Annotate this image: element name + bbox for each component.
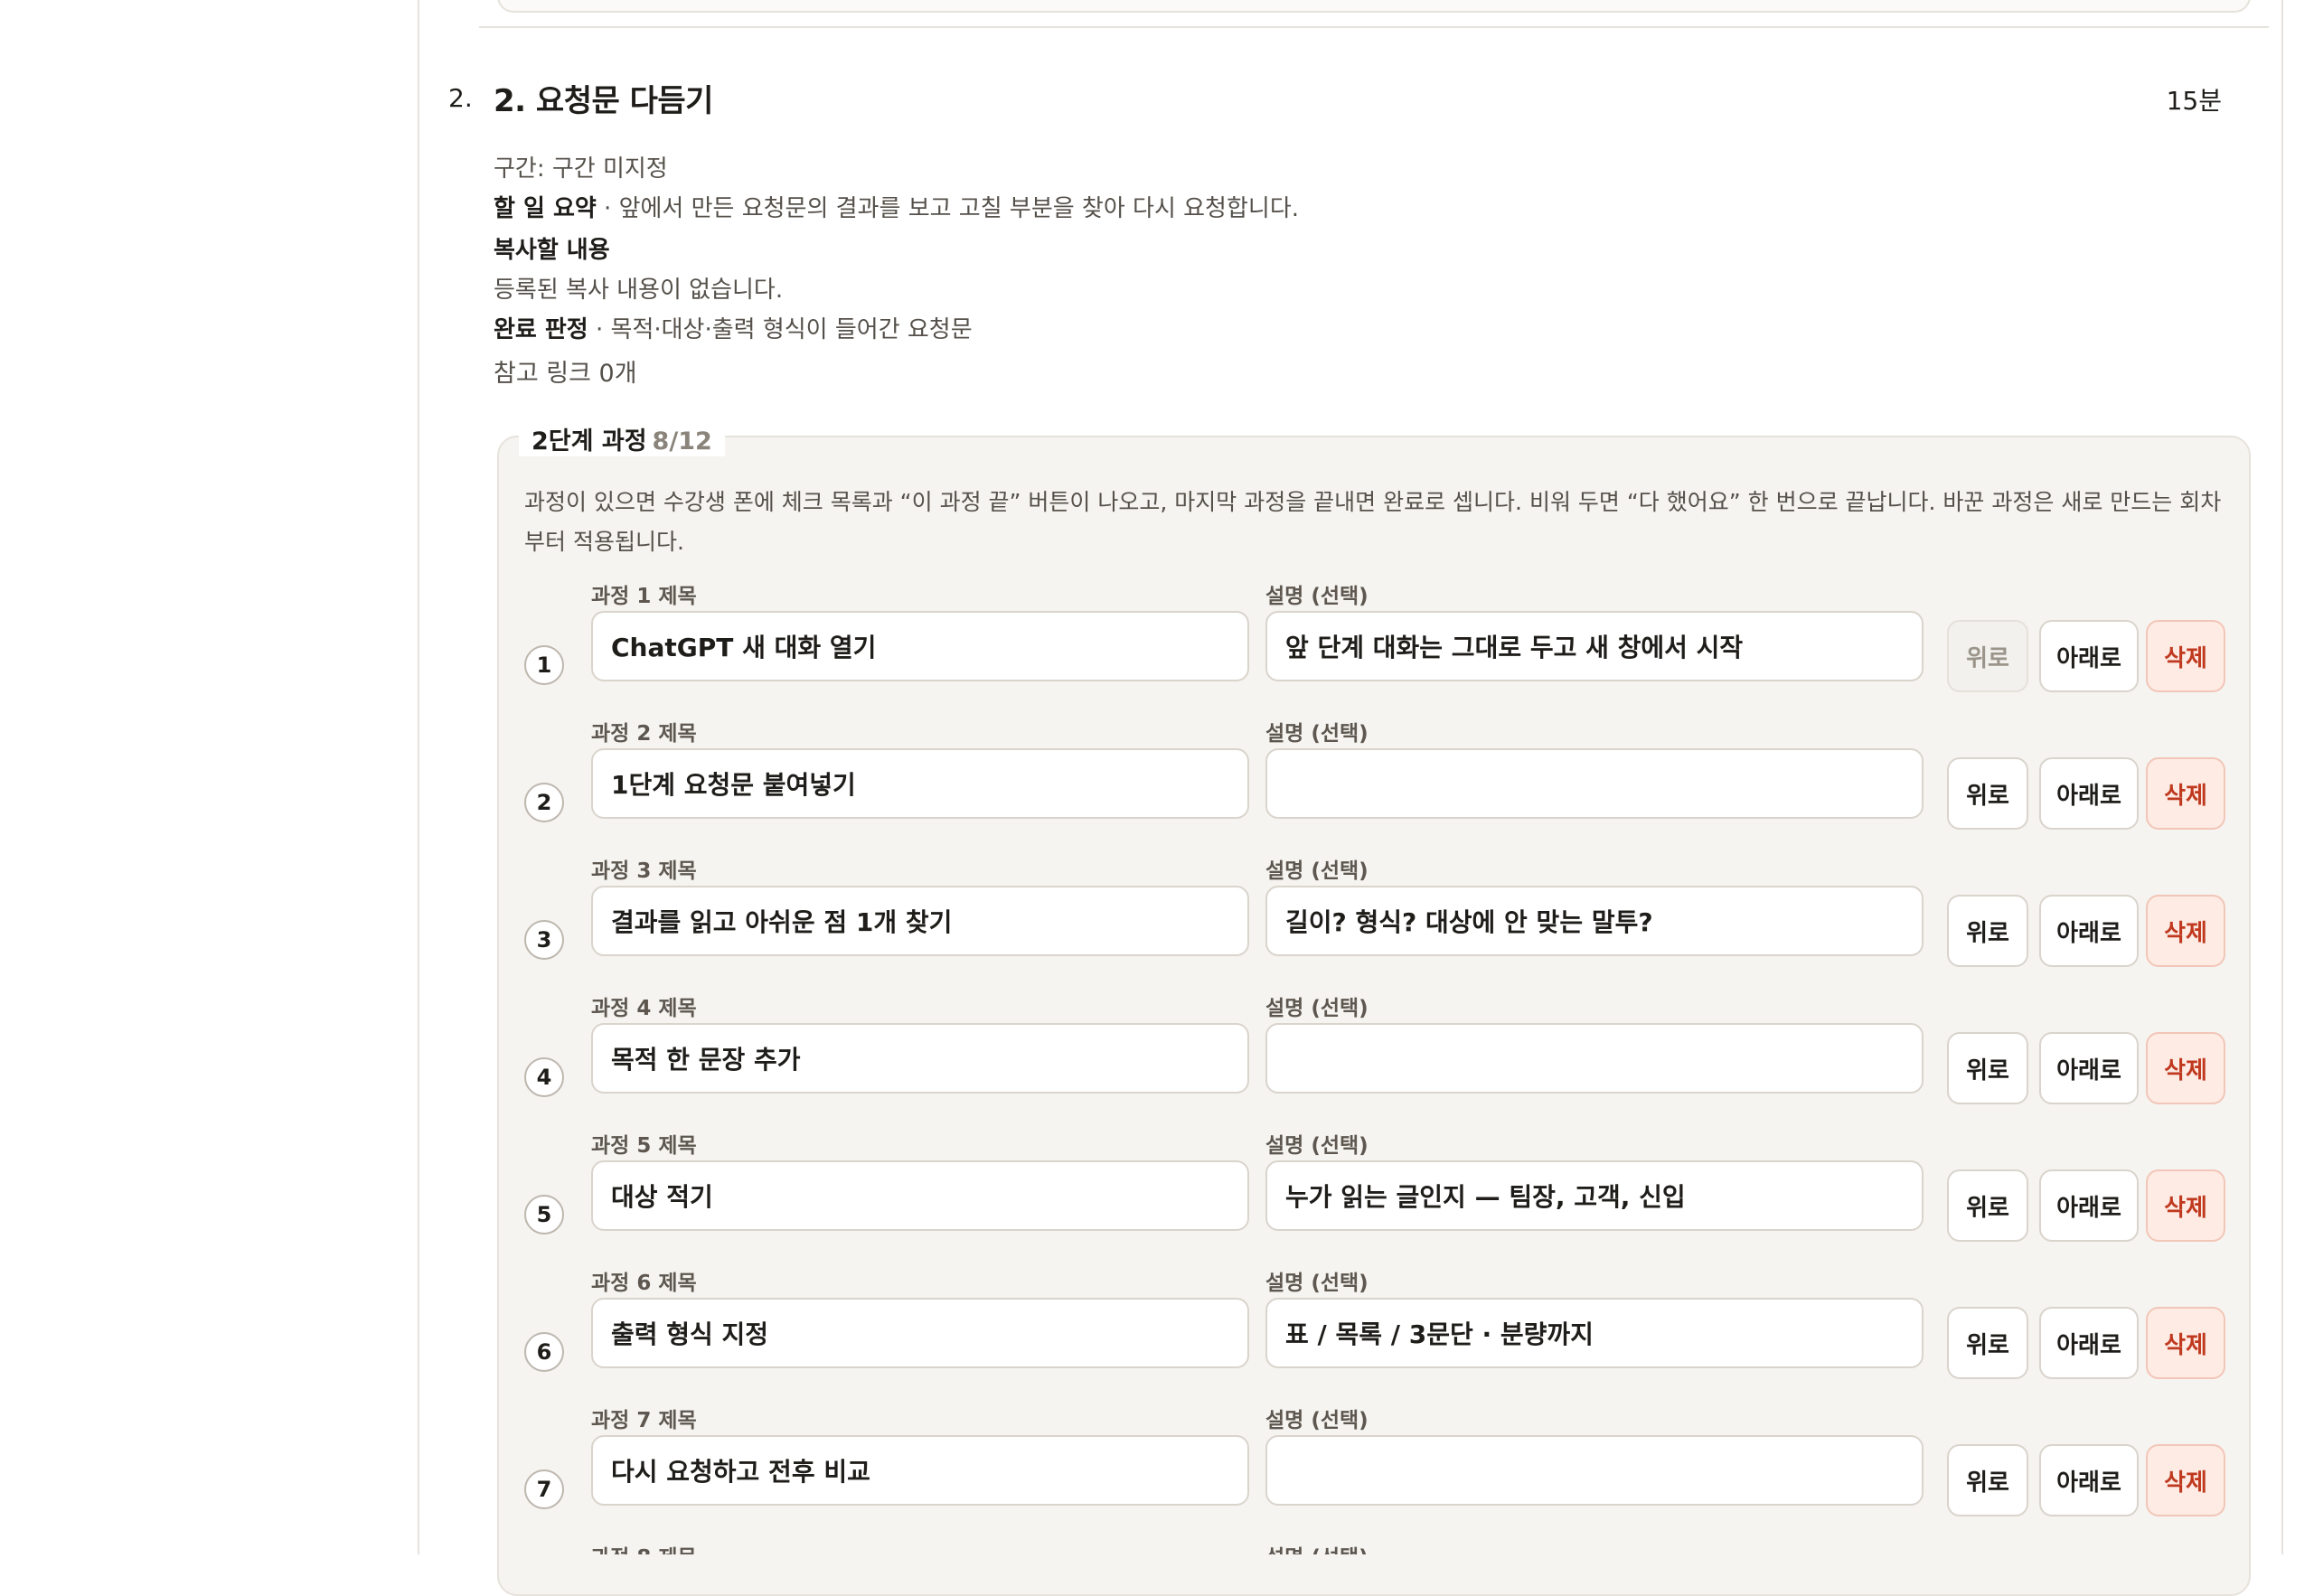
process-row: 2 과정 2 제목 설명 (선택) 위로 아래로 삭제 xyxy=(524,716,2225,851)
move-up-button[interactable]: 위로 xyxy=(1947,1032,2028,1104)
summary-label: 할 일 요약 xyxy=(494,195,597,222)
left-sidebar xyxy=(0,0,419,1554)
row-number: 3 xyxy=(524,920,564,960)
delete-button[interactable]: 삭제 xyxy=(2146,1307,2225,1379)
process-title-input[interactable] xyxy=(591,748,1249,819)
done-text: · 목적·대상·출력 형식이 들어간 요청문 xyxy=(588,316,973,343)
desc-label: 설명 (선택) xyxy=(1265,1272,1369,1295)
move-down-button[interactable]: 아래로 xyxy=(2039,1307,2139,1379)
process-desc-input[interactable] xyxy=(1265,1298,1924,1368)
move-down-button[interactable]: 아래로 xyxy=(2039,1032,2139,1104)
row-number: 1 xyxy=(524,645,564,685)
process-desc-input[interactable] xyxy=(1265,1023,1924,1094)
desc-label: 설명 (선택) xyxy=(1265,1409,1369,1432)
process-row: 과정 8 제목 설명 (선택) xyxy=(524,1540,2224,1554)
move-up-button[interactable]: 위로 xyxy=(1947,1307,2028,1379)
desc-label: 설명 (선택) xyxy=(1265,722,1369,746)
process-title-input[interactable] xyxy=(591,1160,1249,1231)
row-number: 6 xyxy=(524,1332,564,1372)
legend-title: 2단계 과정 xyxy=(531,427,647,455)
process-row: 1 과정 1 제목 설명 (선택) 위로 아래로 삭제 xyxy=(524,578,2225,714)
row-number: 5 xyxy=(524,1195,564,1235)
copy-empty-message: 등록된 복사 내용이 없습니다. xyxy=(494,277,784,304)
desc-label: 설명 (선택) xyxy=(1265,1540,1369,1554)
move-up-button[interactable]: 위로 xyxy=(1947,1169,2028,1242)
move-down-button[interactable]: 아래로 xyxy=(2039,620,2139,692)
process-row: 7 과정 7 제목 설명 (선택) 위로 아래로 삭제 xyxy=(524,1403,2225,1538)
process-row: 6 과정 6 제목 설명 (선택) 위로 아래로 삭제 xyxy=(524,1265,2225,1401)
completion-criteria: 완료 판정 · 목적·대상·출력 형식이 들어간 요청문 xyxy=(494,316,973,344)
title-label: 과정 4 제목 xyxy=(591,997,697,1020)
process-title-input[interactable] xyxy=(591,1435,1249,1506)
process-title-input[interactable] xyxy=(591,1023,1249,1094)
right-border xyxy=(2281,0,2283,1554)
move-up-button[interactable]: 위로 xyxy=(1947,757,2028,830)
process-row: 5 과정 5 제목 설명 (선택) 위로 아래로 삭제 xyxy=(524,1128,2225,1263)
process-title-input[interactable] xyxy=(591,1298,1249,1368)
row-number: 7 xyxy=(524,1469,564,1509)
move-up-button[interactable]: 위로 xyxy=(1947,1444,2028,1516)
delete-button[interactable]: 삭제 xyxy=(2146,1032,2225,1104)
move-up-button[interactable]: 위로 xyxy=(1947,620,2028,692)
process-desc-input[interactable] xyxy=(1265,748,1924,819)
delete-button[interactable]: 삭제 xyxy=(2146,1169,2225,1242)
move-up-button[interactable]: 위로 xyxy=(1947,895,2028,967)
desc-label: 설명 (선택) xyxy=(1265,585,1369,608)
process-hint: 과정이 있으면 수강생 폰에 체크 목록과 “이 과정 끝” 버튼이 나오고, … xyxy=(524,489,2222,555)
title-label: 과정 8 제목 xyxy=(591,1540,697,1554)
move-down-button[interactable]: 아래로 xyxy=(2039,1169,2139,1242)
previous-step-card xyxy=(497,0,2251,13)
legend-count: 8/12 xyxy=(652,427,712,455)
title-label: 과정 1 제목 xyxy=(591,585,697,608)
process-desc-input[interactable] xyxy=(1265,1160,1924,1231)
title-label: 과정 5 제목 xyxy=(591,1134,697,1158)
delete-button[interactable]: 삭제 xyxy=(2146,757,2225,830)
step-title: 2. 요청문 다듬기 xyxy=(494,83,713,119)
move-down-button[interactable]: 아래로 xyxy=(2039,895,2139,967)
title-label: 과정 7 제목 xyxy=(591,1409,697,1432)
desc-label: 설명 (선택) xyxy=(1265,859,1369,883)
process-title-input[interactable] xyxy=(591,886,1249,956)
process-desc-input[interactable] xyxy=(1265,611,1924,681)
process-title-input[interactable] xyxy=(591,611,1249,681)
row-number: 2 xyxy=(524,783,564,822)
process-desc-input[interactable] xyxy=(1265,1435,1924,1506)
desc-label: 설명 (선택) xyxy=(1265,1134,1369,1158)
copy-heading: 복사할 내용 xyxy=(494,237,610,264)
process-row: 4 과정 4 제목 설명 (선택) 위로 아래로 삭제 xyxy=(524,990,2225,1126)
process-desc-input[interactable] xyxy=(1265,886,1924,956)
title-label: 과정 2 제목 xyxy=(591,722,697,746)
desc-label: 설명 (선택) xyxy=(1265,997,1369,1020)
title-label: 과정 3 제목 xyxy=(591,859,697,883)
row-number: 4 xyxy=(524,1057,564,1097)
main-content: 2. 2. 요청문 다듬기 15분 구간: 구간 미지정 할 일 요약 · 앞에… xyxy=(419,0,2285,1596)
section-label: 구간: 구간 미지정 xyxy=(494,155,668,183)
list-marker: 2. xyxy=(448,83,473,113)
summary-text: · 앞에서 만든 요청문의 결과를 보고 고칠 부분을 찾아 다시 요청합니다. xyxy=(596,195,1299,222)
move-down-button[interactable]: 아래로 xyxy=(2039,757,2139,830)
delete-button[interactable]: 삭제 xyxy=(2146,620,2225,692)
process-legend: 2단계 과정 8/12 xyxy=(519,421,725,456)
title-label: 과정 6 제목 xyxy=(591,1272,697,1295)
summary: 할 일 요약 · 앞에서 만든 요청문의 결과를 보고 고칠 부분을 찾아 다시… xyxy=(494,195,1299,223)
reference-links-count: 참고 링크 0개 xyxy=(494,360,637,388)
move-down-button[interactable]: 아래로 xyxy=(2039,1444,2139,1516)
delete-button[interactable]: 삭제 xyxy=(2146,1444,2225,1516)
process-row: 3 과정 3 제목 설명 (선택) 위로 아래로 삭제 xyxy=(524,853,2225,989)
step-duration: 15분 xyxy=(2166,86,2222,116)
done-label: 완료 판정 xyxy=(494,316,588,343)
delete-button[interactable]: 삭제 xyxy=(2146,895,2225,967)
divider xyxy=(479,26,2269,28)
